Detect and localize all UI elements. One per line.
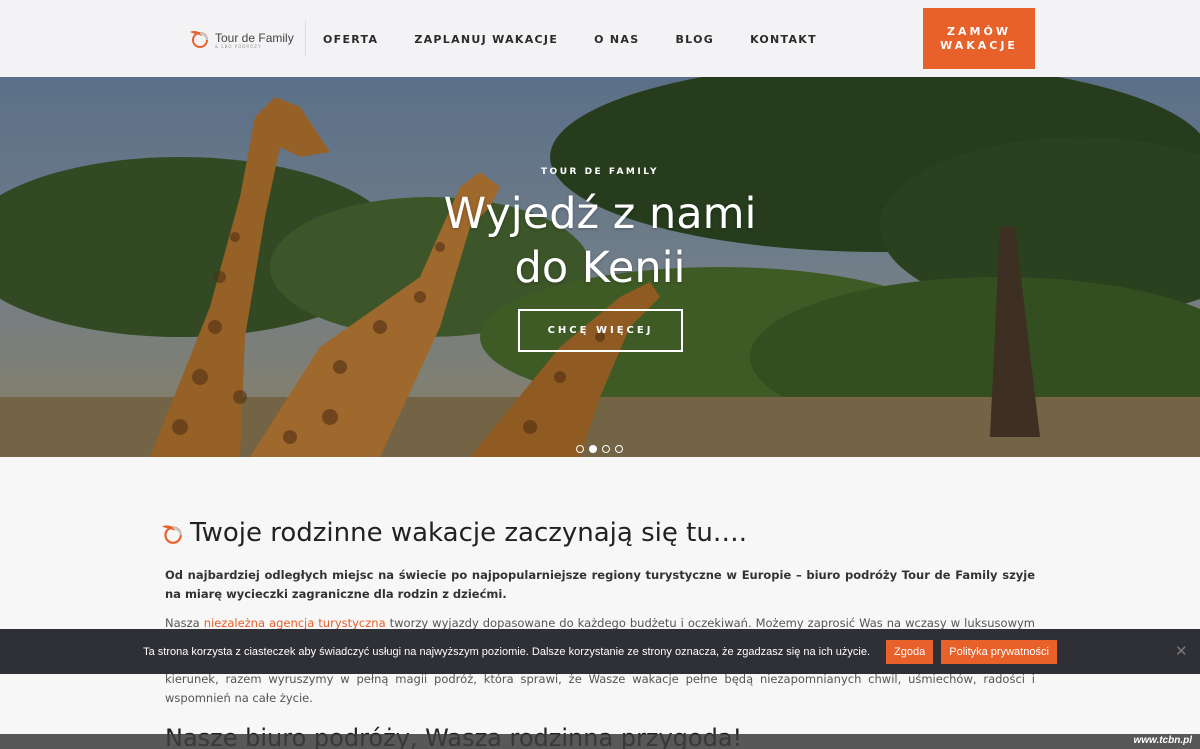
intro-heading: Twoje rodzinne wakacje zaczynają się tu…… (160, 518, 747, 548)
slider-dot-1[interactable] (576, 445, 584, 453)
hero-title-line-2: do Kenii (514, 243, 686, 293)
header-divider (305, 20, 306, 56)
logo-icon (190, 31, 208, 48)
agency-text-before: Nasza (165, 616, 204, 630)
nav-item-blog[interactable]: BLOG (675, 33, 714, 46)
more-button[interactable]: CHCĘ WIĘCEJ (518, 309, 683, 352)
hero-slider: TOUR DE FAMILY Wyjedź z nami do Kenii CH… (0, 77, 1200, 457)
cookie-bar: Ta strona korzysta z ciasteczek aby świa… (0, 629, 1200, 674)
adventure-paragraph: kierunek, razem wyruszymy w pełną magii … (165, 672, 1035, 705)
cta-line-1: ZAMÓW (947, 24, 1011, 38)
nav-item-kontakt[interactable]: KONTAKT (750, 33, 817, 46)
logo-icon (162, 525, 182, 544)
close-icon[interactable]: ✕ (1175, 642, 1188, 660)
logo-text: Tour de Family (215, 31, 294, 45)
nav-item-o-nas[interactable]: O NAS (594, 33, 639, 46)
hero-kicker: TOUR DE FAMILY (540, 167, 660, 177)
slider-dot-2[interactable] (589, 445, 597, 453)
site-logo[interactable]: Tour de Family & LBO PODRÓŻY (188, 28, 294, 49)
hero-title: Wyjedź z nami do Kenii (0, 187, 1200, 295)
slider-dot-4[interactable] (615, 445, 623, 453)
agency-link[interactable]: niezależna agencja turystyczna (204, 616, 386, 630)
cookie-message: Ta strona korzysta z ciasteczek aby świa… (143, 645, 871, 658)
cookie-accept-button[interactable]: Zgoda (886, 639, 934, 664)
logo-subtitle: & LBO PODRÓŻY (215, 44, 262, 49)
slider-dot-3[interactable] (602, 445, 610, 453)
nav-item-zaplanuj-wakacje[interactable]: ZAPLANUJ WAKACJE (414, 33, 558, 46)
hero-title-line-1: Wyjedź z nami (443, 189, 757, 239)
order-vacation-button[interactable]: ZAMÓW WAKACJE (923, 8, 1035, 69)
bottom-overlay (0, 734, 1200, 749)
cta-line-2: WAKACJE (940, 38, 1018, 52)
nav-item-oferta[interactable]: OFERTA (323, 33, 378, 46)
intro-title: Twoje rodzinne wakacje zaczynają się tu…… (190, 518, 748, 548)
site-header: Tour de Family & LBO PODRÓŻY OFERTA ZAPL… (0, 0, 1200, 77)
privacy-policy-button[interactable]: Polityka prywatności (941, 639, 1057, 664)
slider-dots (576, 445, 623, 453)
intro-paragraph: Od najbardziej odległych miejsc na świec… (165, 568, 1035, 601)
main-nav: OFERTA ZAPLANUJ WAKACJE O NAS BLOG KONTA… (323, 33, 853, 46)
watermark: www.tcbn.pl (1133, 735, 1192, 746)
